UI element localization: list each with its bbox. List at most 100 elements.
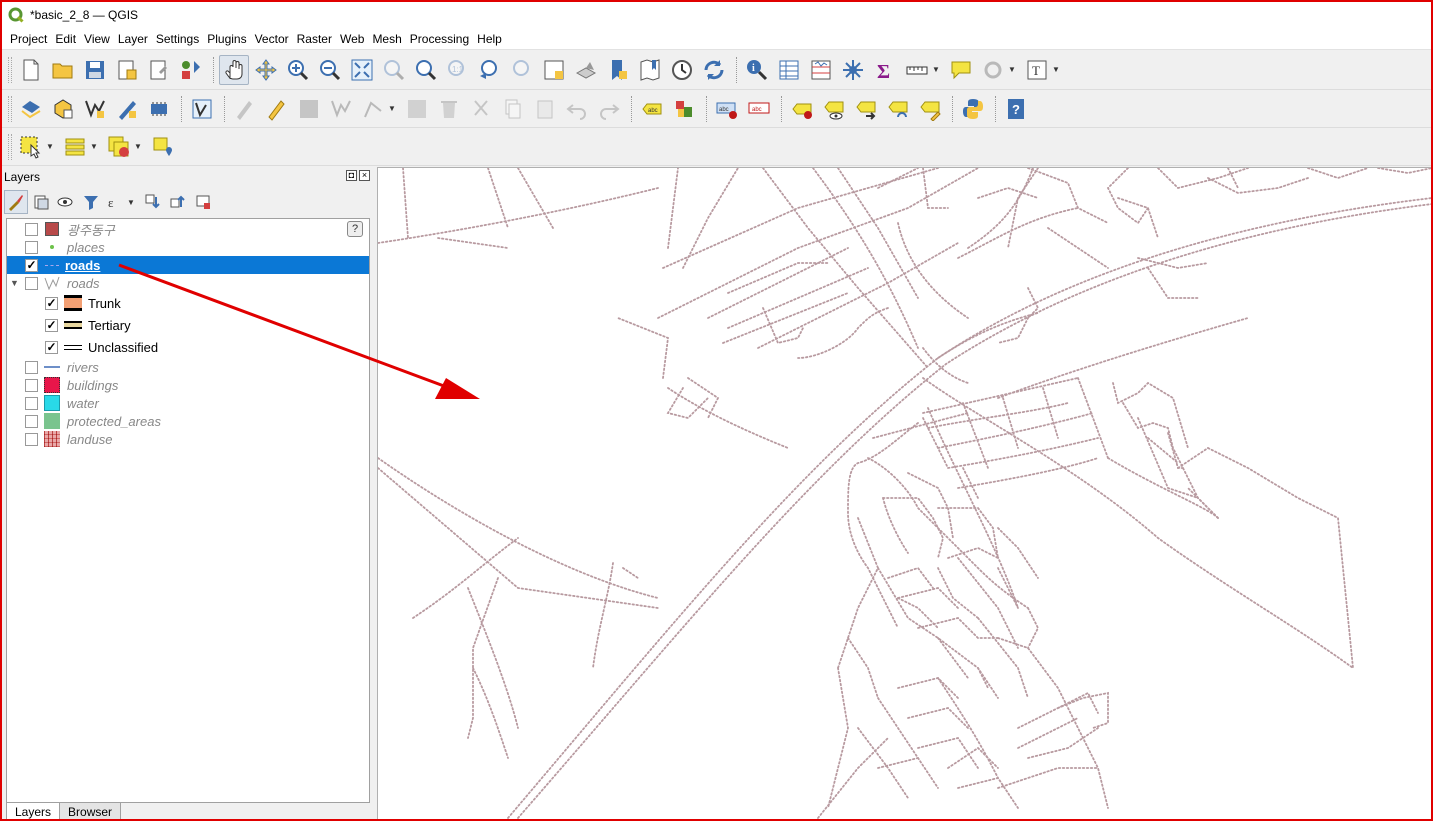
layer-visibility-checkbox[interactable] [25, 414, 38, 428]
filter-legend-icon[interactable] [79, 190, 103, 214]
new-geopackage-layer-icon[interactable] [48, 94, 78, 124]
labeling-icon[interactable]: abc [637, 94, 667, 124]
collapse-all-icon[interactable] [166, 190, 190, 214]
close-panel-icon[interactable]: × [359, 170, 370, 181]
save-project-icon[interactable] [80, 55, 110, 85]
deselect-dropdown-icon[interactable]: ▼ [134, 142, 144, 151]
category-visibility-checkbox[interactable]: ✓ [45, 340, 58, 354]
data-source-manager-icon[interactable] [16, 94, 46, 124]
new-virtual-layer-icon[interactable] [144, 94, 174, 124]
field-calculator-icon[interactable] [806, 55, 836, 85]
manage-map-themes-icon[interactable] [54, 190, 78, 214]
toggle-editing-icon[interactable] [262, 94, 292, 124]
layer-row-places[interactable]: places [7, 238, 369, 256]
pin-labels-icon[interactable]: abc [744, 94, 774, 124]
toolbar-grip[interactable] [8, 133, 12, 160]
map-canvas[interactable] [377, 167, 1431, 819]
select-by-expression-icon[interactable] [60, 132, 90, 162]
menu-raster[interactable]: Raster [293, 32, 336, 46]
expand-all-icon[interactable] [141, 190, 165, 214]
open-layer-styling-icon[interactable] [4, 190, 28, 214]
menu-layer[interactable]: Layer [114, 32, 152, 46]
show-hide-labels-icon[interactable] [819, 94, 849, 124]
remove-layer-icon[interactable] [191, 190, 215, 214]
layout-manager-icon[interactable] [144, 55, 174, 85]
select-dropdown-icon[interactable]: ▼ [46, 142, 56, 151]
deselect-features-icon[interactable] [104, 132, 134, 162]
menu-mesh[interactable]: Mesh [368, 32, 405, 46]
diagram-icon[interactable] [669, 94, 699, 124]
temporal-controller-icon[interactable] [667, 55, 697, 85]
paste-features-icon[interactable] [530, 94, 560, 124]
help-badge-icon[interactable]: ? [347, 221, 363, 237]
menu-project[interactable]: Project [6, 32, 51, 46]
highlight-pinned-labels-icon[interactable]: abc [712, 94, 742, 124]
zoom-out-icon[interactable] [315, 55, 345, 85]
move-label-icon[interactable] [851, 94, 881, 124]
menu-help[interactable]: Help [473, 32, 506, 46]
zoom-full-icon[interactable] [347, 55, 377, 85]
zoom-to-selection-icon[interactable] [379, 55, 409, 85]
layer-visibility-checkbox[interactable] [25, 396, 38, 410]
tab-browser[interactable]: Browser [59, 803, 122, 819]
measure-icon[interactable] [902, 55, 932, 85]
zoom-in-icon[interactable] [283, 55, 313, 85]
cut-features-icon[interactable] [466, 94, 496, 124]
menu-settings[interactable]: Settings [152, 32, 203, 46]
pin-label-icon[interactable] [787, 94, 817, 124]
python-console-icon[interactable] [958, 94, 988, 124]
layer-visibility-checkbox[interactable]: ✓ [25, 258, 38, 272]
add-group-icon[interactable] [29, 190, 53, 214]
annotation-dropdown-icon[interactable]: ▼ [1052, 65, 1062, 74]
pan-icon[interactable] [219, 54, 249, 85]
layer-row-water[interactable]: water [7, 394, 369, 412]
text-annotation-icon[interactable]: T [1022, 55, 1052, 85]
search-icon[interactable] [978, 55, 1008, 85]
toolbar-grip[interactable] [8, 56, 12, 83]
vertex-dropdown-icon[interactable]: ▼ [388, 104, 398, 113]
open-project-icon[interactable] [48, 55, 78, 85]
new-map-view-icon[interactable] [539, 55, 569, 85]
undo-icon[interactable] [562, 94, 592, 124]
menu-plugins[interactable]: Plugins [203, 32, 250, 46]
layer-row-landuse[interactable]: landuse [7, 430, 369, 448]
new-bookmark-icon[interactable] [603, 55, 633, 85]
select-by-location-icon[interactable] [148, 132, 178, 162]
style-manager-icon[interactable] [176, 55, 206, 85]
select-features-icon[interactable] [16, 132, 46, 162]
category-row-unclassified[interactable]: ✓ Unclassified [7, 337, 369, 357]
layer-visibility-checkbox[interactable] [25, 432, 38, 446]
menu-web[interactable]: Web [336, 32, 368, 46]
layer-visibility-checkbox[interactable] [25, 360, 38, 374]
redo-icon[interactable] [594, 94, 624, 124]
pan-to-selection-icon[interactable] [251, 55, 281, 85]
new-3d-map-icon[interactable] [571, 55, 601, 85]
category-visibility-checkbox[interactable]: ✓ [45, 318, 58, 332]
show-bookmarks-icon[interactable] [635, 55, 665, 85]
layer-row-roads-categorized[interactable]: ▼ roads [7, 274, 369, 292]
filter-dropdown-icon[interactable]: ▼ [127, 198, 137, 207]
zoom-next-icon[interactable] [507, 55, 537, 85]
zoom-native-icon[interactable]: 1:1 [443, 55, 473, 85]
layer-visibility-checkbox[interactable] [25, 378, 38, 392]
undock-panel-icon[interactable]: ◘ [346, 170, 357, 181]
map-tips-icon[interactable] [946, 55, 976, 85]
rotate-label-icon[interactable] [883, 94, 913, 124]
new-print-layout-icon[interactable] [112, 55, 142, 85]
filter-by-expression-icon[interactable]: ε [104, 190, 128, 214]
layer-visibility-checkbox[interactable] [25, 240, 38, 254]
new-project-icon[interactable] [16, 55, 46, 85]
layer-row-roads-selected[interactable]: ✓ roads [7, 256, 369, 274]
add-feature-icon[interactable] [326, 94, 356, 124]
identify-icon[interactable]: i [742, 55, 772, 85]
measure-dropdown-icon[interactable]: ▼ [932, 65, 942, 74]
help-contents-icon[interactable]: ? [1001, 94, 1031, 124]
layer-visibility-checkbox[interactable] [25, 222, 38, 236]
layer-tree[interactable]: 광주동구 ? places ✓ roads ▼ roads ✓ Trunk ✓ … [6, 218, 370, 803]
tab-layers[interactable]: Layers [6, 803, 61, 819]
new-scratch-layer-icon[interactable] [112, 94, 142, 124]
menu-vector[interactable]: Vector [251, 32, 293, 46]
digitize-layer-icon[interactable] [187, 94, 217, 124]
zoom-to-layer-icon[interactable] [411, 55, 441, 85]
collapse-arrow-icon[interactable]: ▼ [10, 278, 19, 288]
